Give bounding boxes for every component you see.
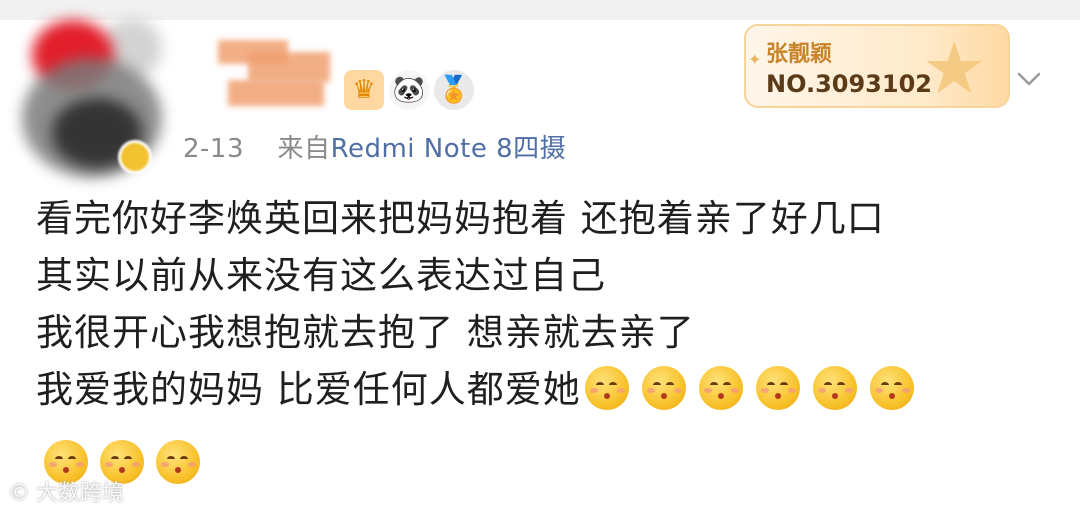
- panda-badge-icon[interactable]: 🐼: [389, 70, 429, 110]
- kissing-face-emoji: [755, 366, 800, 410]
- vip-crown-icon[interactable]: ♛: [344, 70, 384, 110]
- source-link[interactable]: Redmi Note 8四摄: [331, 134, 567, 164]
- source-prefix: 来自: [277, 134, 331, 164]
- sparkle-icon: ✦: [748, 50, 762, 69]
- post-line: 其实以前从来没有这么表达过自己: [36, 254, 606, 297]
- post-line: 我很开心我想抱就去抱了 想亲就去亲了: [36, 311, 695, 354]
- post-line: 看完你好李焕英回来把妈妈抱着 还抱着亲了好几口: [36, 197, 885, 240]
- watermark: © 大数跨境: [8, 475, 124, 507]
- chevron-down-icon[interactable]: [1014, 64, 1044, 94]
- post-line-last: 我爱我的妈妈 比爱任何人都爱她: [36, 361, 1036, 418]
- watermark-text: 大数跨境: [36, 481, 125, 506]
- fan-card[interactable]: ✦ 张靓颖 NO.3093102 ★: [744, 24, 1010, 108]
- medal-badge-icon[interactable]: 🏅: [434, 70, 474, 110]
- star-icon: ★: [922, 26, 987, 108]
- username-redacted[interactable]: [218, 40, 330, 118]
- post-body: 看完你好李焕英回来把妈妈抱着 还抱着亲了好几口 其实以前从来没有这么表达过自己 …: [36, 190, 1036, 418]
- kissing-face-emoji: [869, 366, 914, 410]
- kissing-face-emoji: [584, 366, 629, 410]
- avatar[interactable]: [22, 18, 172, 186]
- post-meta: 2-13 来自Redmi Note 8四摄: [183, 128, 566, 165]
- post-date: 2-13: [183, 134, 245, 164]
- top-bar: [0, 0, 1080, 20]
- kissing-face-emoji: [641, 366, 686, 410]
- kissing-face-emoji: [156, 440, 200, 484]
- kissing-face-emoji: [812, 366, 857, 410]
- kissing-face-emoji: [698, 366, 743, 410]
- watermark-logo-icon: ©: [8, 481, 30, 506]
- fan-card-name: 张靓颖: [766, 42, 833, 67]
- verified-badge-icon: [118, 140, 152, 174]
- fan-card-number: NO.3093102: [766, 70, 932, 98]
